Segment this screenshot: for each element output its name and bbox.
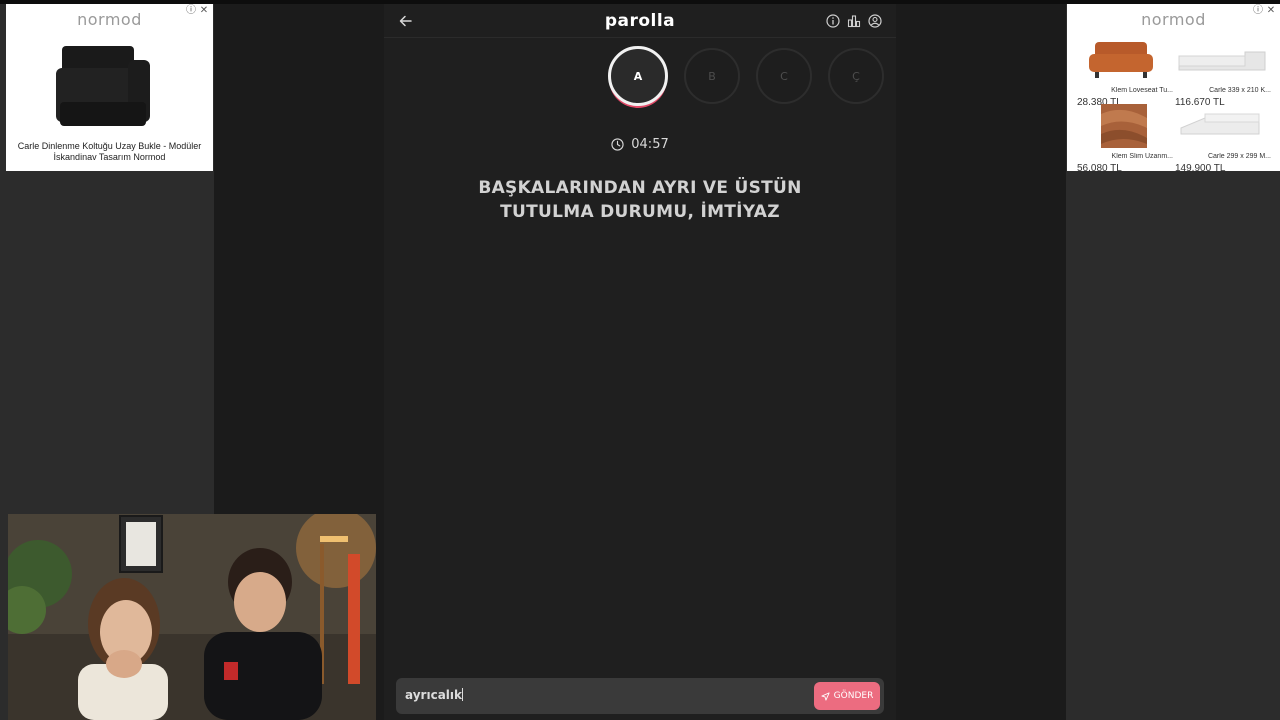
ad-product[interactable]: Carle 339 x 210 K... 116.670 TL [1175, 38, 1271, 108]
app-header: parolla [384, 4, 896, 38]
ad-product-name: Carle 299 x 299 M... [1207, 153, 1271, 160]
timer-value: 04:57 [631, 137, 669, 152]
ad-info-icon[interactable]: ⓘ [186, 6, 196, 16]
ad-product-price: 149.900 TL [1175, 163, 1226, 171]
countdown-timer: 04:57 [384, 137, 896, 152]
ad-product-name: Carle 339 x 210 K... [1209, 87, 1271, 94]
ad-product-name: Klem Loveseat Tu... [1111, 87, 1173, 94]
letter-circle: C [756, 48, 812, 104]
ad-product-image [1178, 51, 1266, 71]
ad-product-name: Klem Slim Uzanm... [1111, 153, 1173, 160]
ad-product[interactable]: Carle 299 x 299 M... 149.900 TL [1175, 104, 1271, 171]
info-icon[interactable] [826, 14, 840, 28]
clock-icon [611, 138, 624, 151]
send-button[interactable]: GÖNDER [814, 682, 880, 710]
letter-track: A B C Ç [608, 46, 884, 106]
ad-controls[interactable]: ⓘ ✕ [1253, 6, 1276, 16]
ad-product[interactable]: Klem Loveseat Tu... 28.380 TL [1077, 38, 1173, 108]
ad-banner-left[interactable]: normod ⓘ ✕ Carle Dinlenme Koltuğu Uzay B… [6, 4, 213, 171]
ad-brand-logo: normod [1141, 10, 1206, 29]
app-title: parolla [604, 11, 676, 31]
ad-banner-right[interactable]: normod ⓘ ✕ Klem Loveseat Tu... 28.380 TL… [1067, 4, 1280, 171]
letter-circle: Ç [828, 48, 884, 104]
answer-input[interactable]: ayrıcalık [405, 688, 463, 702]
ad-controls[interactable]: ⓘ ✕ [186, 6, 209, 16]
webcam-overlay [8, 514, 376, 720]
ad-product-image [1180, 113, 1260, 135]
bar-chart-icon[interactable] [847, 14, 861, 28]
letter-circle-active: A [608, 46, 668, 106]
ad-product-image [1089, 42, 1153, 78]
send-icon [821, 691, 830, 701]
ad-caption[interactable]: Carle Dinlenme Koltuğu Uzay Bukle - Modü… [10, 141, 209, 163]
text-caret [462, 688, 463, 701]
ad-product-price: 56.080 TL [1077, 163, 1122, 171]
answer-input-bar: ayrıcalık GÖNDER [396, 678, 884, 714]
ad-close-icon[interactable]: ✕ [199, 6, 209, 16]
parolla-app: parolla A B C Ç 04:57 BAŞKALARINDAN AYRI… [384, 4, 896, 720]
header-actions [826, 14, 882, 28]
user-circle-icon[interactable] [868, 14, 882, 28]
letter-circle: B [684, 48, 740, 104]
ad-product-image [1101, 104, 1147, 148]
ad-info-icon[interactable]: ⓘ [1253, 6, 1263, 16]
answer-value: ayrıcalık [405, 688, 462, 702]
ad-brand-logo: normod [77, 10, 142, 29]
right-margin [896, 4, 1066, 720]
ad-close-icon[interactable]: ✕ [1266, 6, 1276, 16]
ad-product[interactable]: Klem Slim Uzanm... 56.080 TL [1077, 104, 1173, 171]
send-button-label: GÖNDER [833, 691, 874, 701]
question-text: BAŞKALARINDAN AYRI VE ÜSTÜN TUTULMA DURU… [478, 178, 802, 222]
ad-sofa-image[interactable] [54, 42, 159, 132]
